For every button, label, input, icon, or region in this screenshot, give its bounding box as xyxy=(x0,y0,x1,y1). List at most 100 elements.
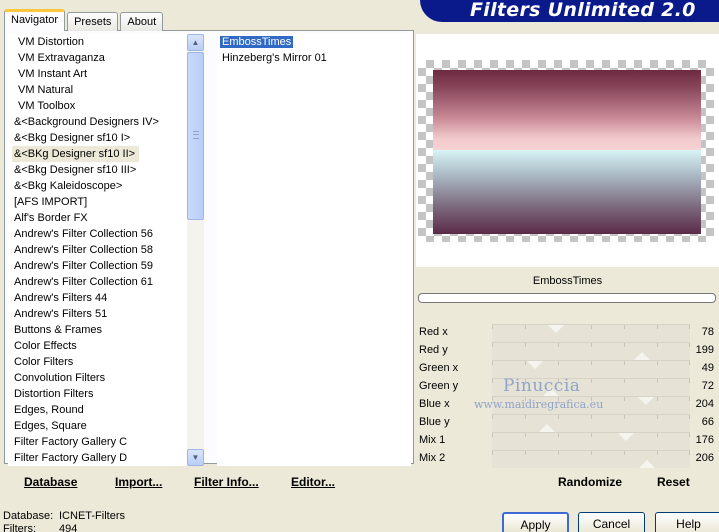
slider-tick xyxy=(591,361,592,365)
randomize-button[interactable]: Randomize xyxy=(558,475,622,489)
category-item[interactable]: Buttons & Frames xyxy=(8,322,203,338)
slider-tick xyxy=(657,397,658,401)
category-item[interactable]: Convolution Filters xyxy=(8,370,203,386)
category-item[interactable]: Edges, Round xyxy=(8,402,203,418)
slider-tick xyxy=(492,415,493,419)
slider-thumb[interactable] xyxy=(637,397,654,405)
cancel-button[interactable]: Cancel xyxy=(578,512,645,532)
slider-tick xyxy=(657,325,658,329)
apply-button[interactable]: Apply xyxy=(502,512,569,532)
slider-tick xyxy=(657,451,658,455)
category-list[interactable]: VM Distortion VM Extravaganza VM Instant A… xyxy=(8,34,203,466)
filter-item[interactable]: EmbossTimes xyxy=(217,34,411,50)
slider-track[interactable] xyxy=(492,414,690,432)
category-item[interactable]: Andrew's Filter Collection 59 xyxy=(8,258,203,274)
banner-title: Filters Unlimited 2.0 xyxy=(470,0,696,21)
category-item[interactable]: [AFS IMPORT] xyxy=(8,194,203,210)
slider-track[interactable] xyxy=(492,324,690,342)
category-item[interactable]: VM Distortion xyxy=(8,34,203,50)
import-button[interactable]: Import... xyxy=(115,475,162,489)
category-item[interactable]: Edges, Square xyxy=(8,418,203,434)
slider-tick xyxy=(591,451,592,455)
slider-tick xyxy=(689,325,690,329)
slider-thumb[interactable] xyxy=(617,433,634,441)
category-item[interactable]: Distortion Filters xyxy=(8,386,203,402)
category-item[interactable]: Andrew's Filter Collection 58 xyxy=(8,242,203,258)
reset-button[interactable]: Reset xyxy=(657,475,690,489)
category-item[interactable]: VM Toolbox xyxy=(8,98,203,114)
database-button[interactable]: Database xyxy=(24,475,77,489)
slider-tick xyxy=(558,343,559,347)
slider-tick xyxy=(591,325,592,329)
filter-info-button[interactable]: Filter Info... xyxy=(194,475,259,489)
watermark-site: www.maidiregrafica.eu xyxy=(474,398,604,411)
slider-tick xyxy=(558,415,559,419)
current-filter-name: EmbossTimes xyxy=(532,275,603,287)
watermark-name: Pinuccia xyxy=(503,376,581,396)
tab-navigator[interactable]: Navigator xyxy=(4,9,66,31)
category-item[interactable]: &<Bkg Designer sf10 I> xyxy=(8,130,203,146)
category-item[interactable]: &<Bkg Designer sf10 III> xyxy=(8,162,203,178)
category-item[interactable]: &<BKg Designer sf10 II> xyxy=(8,146,203,162)
slider-tick xyxy=(558,451,559,455)
slider-track[interactable] xyxy=(492,450,690,468)
slider-value: 78 xyxy=(701,326,714,338)
slider-tick xyxy=(492,343,493,347)
slider-tick xyxy=(624,451,625,455)
progress-bar xyxy=(418,293,716,303)
slider-label: Green x xyxy=(419,362,459,374)
slider-tick xyxy=(657,361,658,365)
slider-tick xyxy=(558,361,559,365)
category-scrollbar[interactable]: ▲ ▼ xyxy=(187,34,204,466)
category-item[interactable]: Filter Factory Gallery D xyxy=(8,450,203,466)
preview-image-top xyxy=(433,70,701,150)
category-item-label: &<BKg Designer sf10 II> xyxy=(12,146,140,162)
scroll-down-arrow-icon[interactable]: ▼ xyxy=(187,449,204,466)
help-button[interactable]: Help xyxy=(655,512,719,532)
category-item[interactable]: VM Natural xyxy=(8,82,203,98)
slider-thumb[interactable] xyxy=(547,325,564,333)
tab-presets[interactable]: Presets xyxy=(67,12,119,31)
slider-label: Blue y xyxy=(419,416,450,428)
category-item[interactable]: Andrew's Filters 44 xyxy=(8,290,203,306)
tab-strip: Navigator Presets About xyxy=(4,9,165,31)
slider-track[interactable] xyxy=(492,432,690,450)
scrollbar-thumb[interactable] xyxy=(187,52,204,220)
filter-list[interactable]: EmbossTimes Hinzeberg's Mirror 01 xyxy=(217,34,411,466)
category-item[interactable]: Filter Factory Gallery C xyxy=(8,434,203,450)
slider-thumb[interactable] xyxy=(539,424,556,432)
preview-image-bottom xyxy=(433,150,701,234)
editor-button[interactable]: Editor... xyxy=(291,475,335,489)
slider-label: Red y xyxy=(419,344,448,356)
category-item[interactable]: VM Instant Art xyxy=(8,66,203,82)
slider-thumb[interactable] xyxy=(526,361,543,369)
tab-about[interactable]: About xyxy=(120,12,164,31)
slider-tick xyxy=(492,379,493,383)
slider-tick xyxy=(525,433,526,437)
slider-tick xyxy=(558,433,559,437)
category-item[interactable]: &<Bkg Kaleidoscope> xyxy=(8,178,203,194)
slider-tick xyxy=(689,361,690,365)
slider-tick xyxy=(525,343,526,347)
slider-tick xyxy=(624,343,625,347)
slider-tick xyxy=(689,415,690,419)
slider-row: Red x 78 xyxy=(416,324,719,342)
category-item[interactable]: Andrew's Filters 51 xyxy=(8,306,203,322)
category-item[interactable]: Color Filters xyxy=(8,354,203,370)
category-item[interactable]: Color Effects xyxy=(8,338,203,354)
category-item[interactable]: Andrew's Filter Collection 56 xyxy=(8,226,203,242)
filter-item[interactable]: Hinzeberg's Mirror 01 xyxy=(217,50,411,66)
slider-tick xyxy=(689,433,690,437)
slider-label: Mix 1 xyxy=(419,434,446,446)
slider-track[interactable] xyxy=(492,342,690,360)
slider-thumb[interactable] xyxy=(634,352,651,360)
category-item[interactable]: &<Background Designers IV> xyxy=(8,114,203,130)
slider-tick xyxy=(591,343,592,347)
category-item[interactable]: Andrew's Filter Collection 61 xyxy=(8,274,203,290)
category-item[interactable]: Alf's Border FX xyxy=(8,210,203,226)
category-item[interactable]: VM Extravaganza xyxy=(8,50,203,66)
slider-tick xyxy=(591,379,592,383)
slider-row: Red y 199 xyxy=(416,342,719,360)
scroll-up-arrow-icon[interactable]: ▲ xyxy=(187,34,204,51)
right-action-bar: Randomize Reset xyxy=(416,467,719,495)
